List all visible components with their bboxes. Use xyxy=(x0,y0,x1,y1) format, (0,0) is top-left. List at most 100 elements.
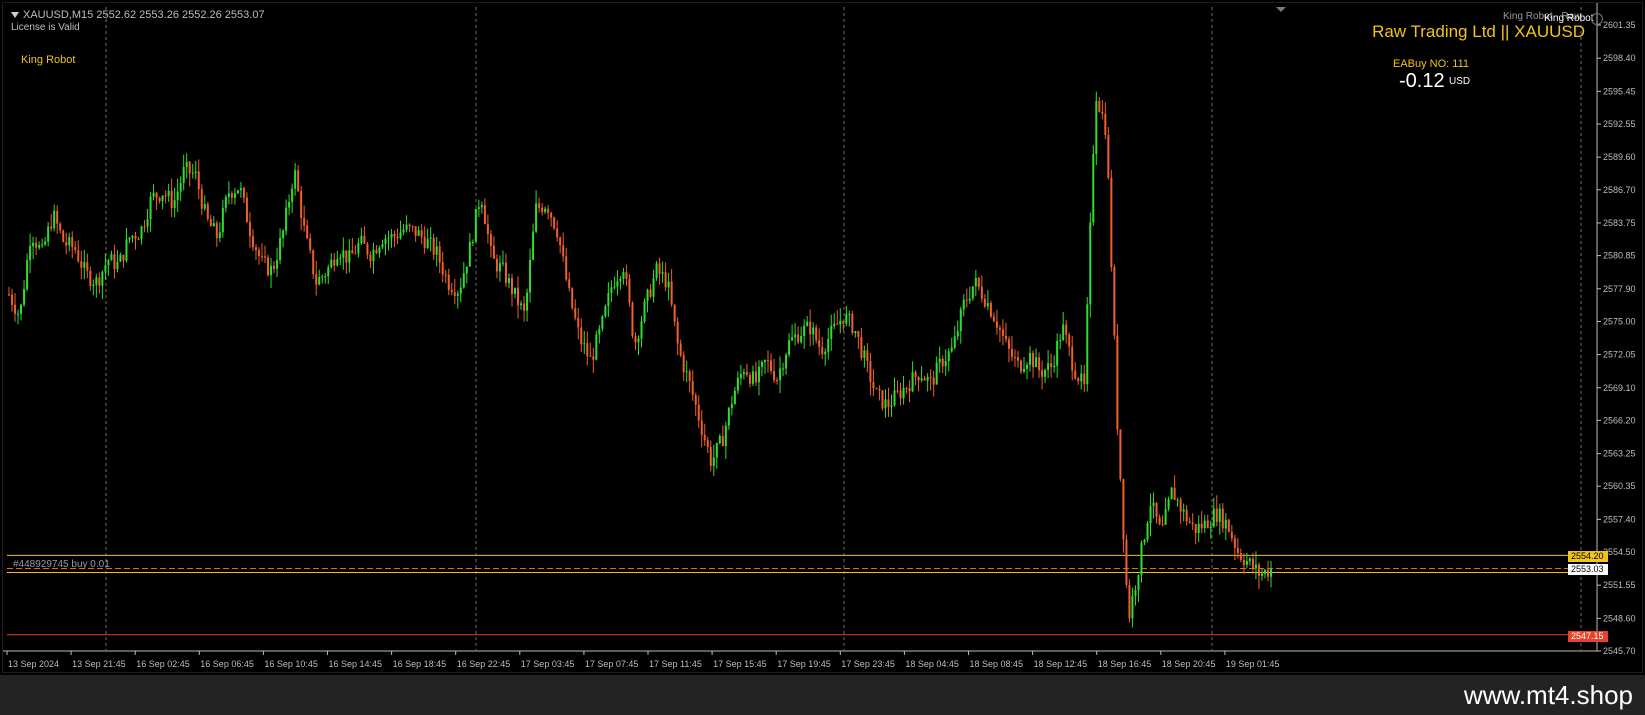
candle-body xyxy=(360,235,363,244)
candle-body xyxy=(203,204,206,209)
candle-body xyxy=(649,289,652,297)
candle-body xyxy=(815,327,818,341)
ea-smiley-icon[interactable] xyxy=(1591,13,1603,25)
candle-body xyxy=(1007,339,1010,349)
candle-body xyxy=(944,361,947,367)
candle-body xyxy=(251,236,254,248)
candle-body xyxy=(1086,304,1089,385)
candle-body xyxy=(453,292,456,296)
candle-body xyxy=(760,361,763,367)
candle-body xyxy=(471,241,474,243)
candle-body xyxy=(480,205,483,208)
candle-body xyxy=(254,247,257,251)
candle-body xyxy=(257,250,260,257)
candle-body xyxy=(968,298,971,301)
candle-body xyxy=(149,196,152,220)
candle-body xyxy=(1071,346,1074,371)
candle-body xyxy=(550,212,553,218)
candle-body xyxy=(1113,267,1116,336)
candle-body xyxy=(38,245,41,248)
candle-body xyxy=(1270,568,1272,577)
candle-body xyxy=(35,242,38,248)
candle-body xyxy=(634,336,637,343)
chart-canvas[interactable]: 2601.35 2598.40 2595.45 2592.55 2589.60 2586.… xyxy=(3,3,1644,674)
chart-shift-marker xyxy=(1276,7,1286,12)
candle-body xyxy=(236,190,239,194)
candle-body xyxy=(59,223,62,231)
candle-body xyxy=(953,336,956,348)
candle-body xyxy=(300,191,303,219)
collapse-triangle-icon[interactable] xyxy=(11,12,19,19)
candle-body xyxy=(1245,561,1248,565)
candle-body xyxy=(583,343,586,345)
candle-body xyxy=(92,284,95,286)
candle-body xyxy=(116,261,119,270)
candle-body xyxy=(381,244,384,248)
order-line-label[interactable]: #448929745 buy 0.01 xyxy=(13,559,110,570)
candle-body xyxy=(763,360,766,362)
candle-body xyxy=(26,260,29,290)
candle-body xyxy=(646,289,649,302)
candle-body xyxy=(1236,547,1239,553)
candle-body xyxy=(342,250,345,258)
candle-body xyxy=(1122,479,1125,540)
candle-body xyxy=(83,262,86,268)
price-tick-label: 2580.85 xyxy=(1603,251,1636,261)
price-tick-label: 2577.90 xyxy=(1603,284,1636,294)
candle-body xyxy=(920,378,923,381)
price-tick-label: 2560.35 xyxy=(1603,481,1636,491)
candle-body xyxy=(209,218,212,227)
candle-body xyxy=(926,376,929,381)
bid-price-tag: 2553.03 xyxy=(1568,564,1608,575)
candle-body xyxy=(113,254,116,270)
candle-body xyxy=(11,294,14,305)
price-tick-label: 2598.40 xyxy=(1603,53,1636,63)
candle-body xyxy=(89,270,92,286)
candle-body xyxy=(498,263,501,272)
candle-body xyxy=(1206,520,1209,529)
candle-body xyxy=(134,235,137,239)
candle-body xyxy=(541,207,544,212)
candle-body xyxy=(402,229,405,233)
candle-body xyxy=(191,172,194,174)
chart-window[interactable]: 2601.35 2598.40 2595.45 2592.55 2589.60 2586.… xyxy=(2,2,1643,673)
candle-body xyxy=(510,278,513,295)
candle-body xyxy=(1158,517,1161,525)
candle-body xyxy=(1125,539,1128,585)
candle-body xyxy=(47,226,50,242)
candle-body xyxy=(562,245,565,257)
candle-body xyxy=(1131,595,1134,619)
candle-body xyxy=(833,323,836,327)
candle-body xyxy=(474,208,477,242)
candle-body xyxy=(173,200,176,209)
candle-body xyxy=(86,262,89,271)
candle-body xyxy=(288,201,291,208)
candle-body xyxy=(140,226,143,240)
candle-body xyxy=(414,226,417,236)
candle-body xyxy=(881,390,884,409)
candle-body xyxy=(950,347,953,352)
candle-body xyxy=(580,327,583,345)
candle-body xyxy=(1035,357,1038,368)
candle-body xyxy=(212,223,215,227)
candle-body xyxy=(483,205,486,225)
candle-body xyxy=(1092,154,1095,223)
candle-body xyxy=(721,436,724,447)
candle-body xyxy=(986,303,989,307)
price-tick-label: 2586.70 xyxy=(1603,185,1636,195)
candle-body xyxy=(279,237,282,261)
candle-body xyxy=(366,243,369,255)
license-status: License is Valid xyxy=(11,22,80,33)
candle-body xyxy=(71,237,74,248)
candle-body xyxy=(733,390,736,405)
candle-body xyxy=(908,388,911,392)
candle-body xyxy=(1083,373,1086,385)
candle-body xyxy=(718,436,721,444)
candle-body xyxy=(444,274,447,276)
candle-body xyxy=(351,250,354,254)
price-tick-label: 2592.55 xyxy=(1603,119,1636,129)
candle-body xyxy=(773,370,776,380)
candle-body xyxy=(1026,364,1029,369)
candle-body xyxy=(357,243,360,254)
candle-body xyxy=(188,161,191,174)
